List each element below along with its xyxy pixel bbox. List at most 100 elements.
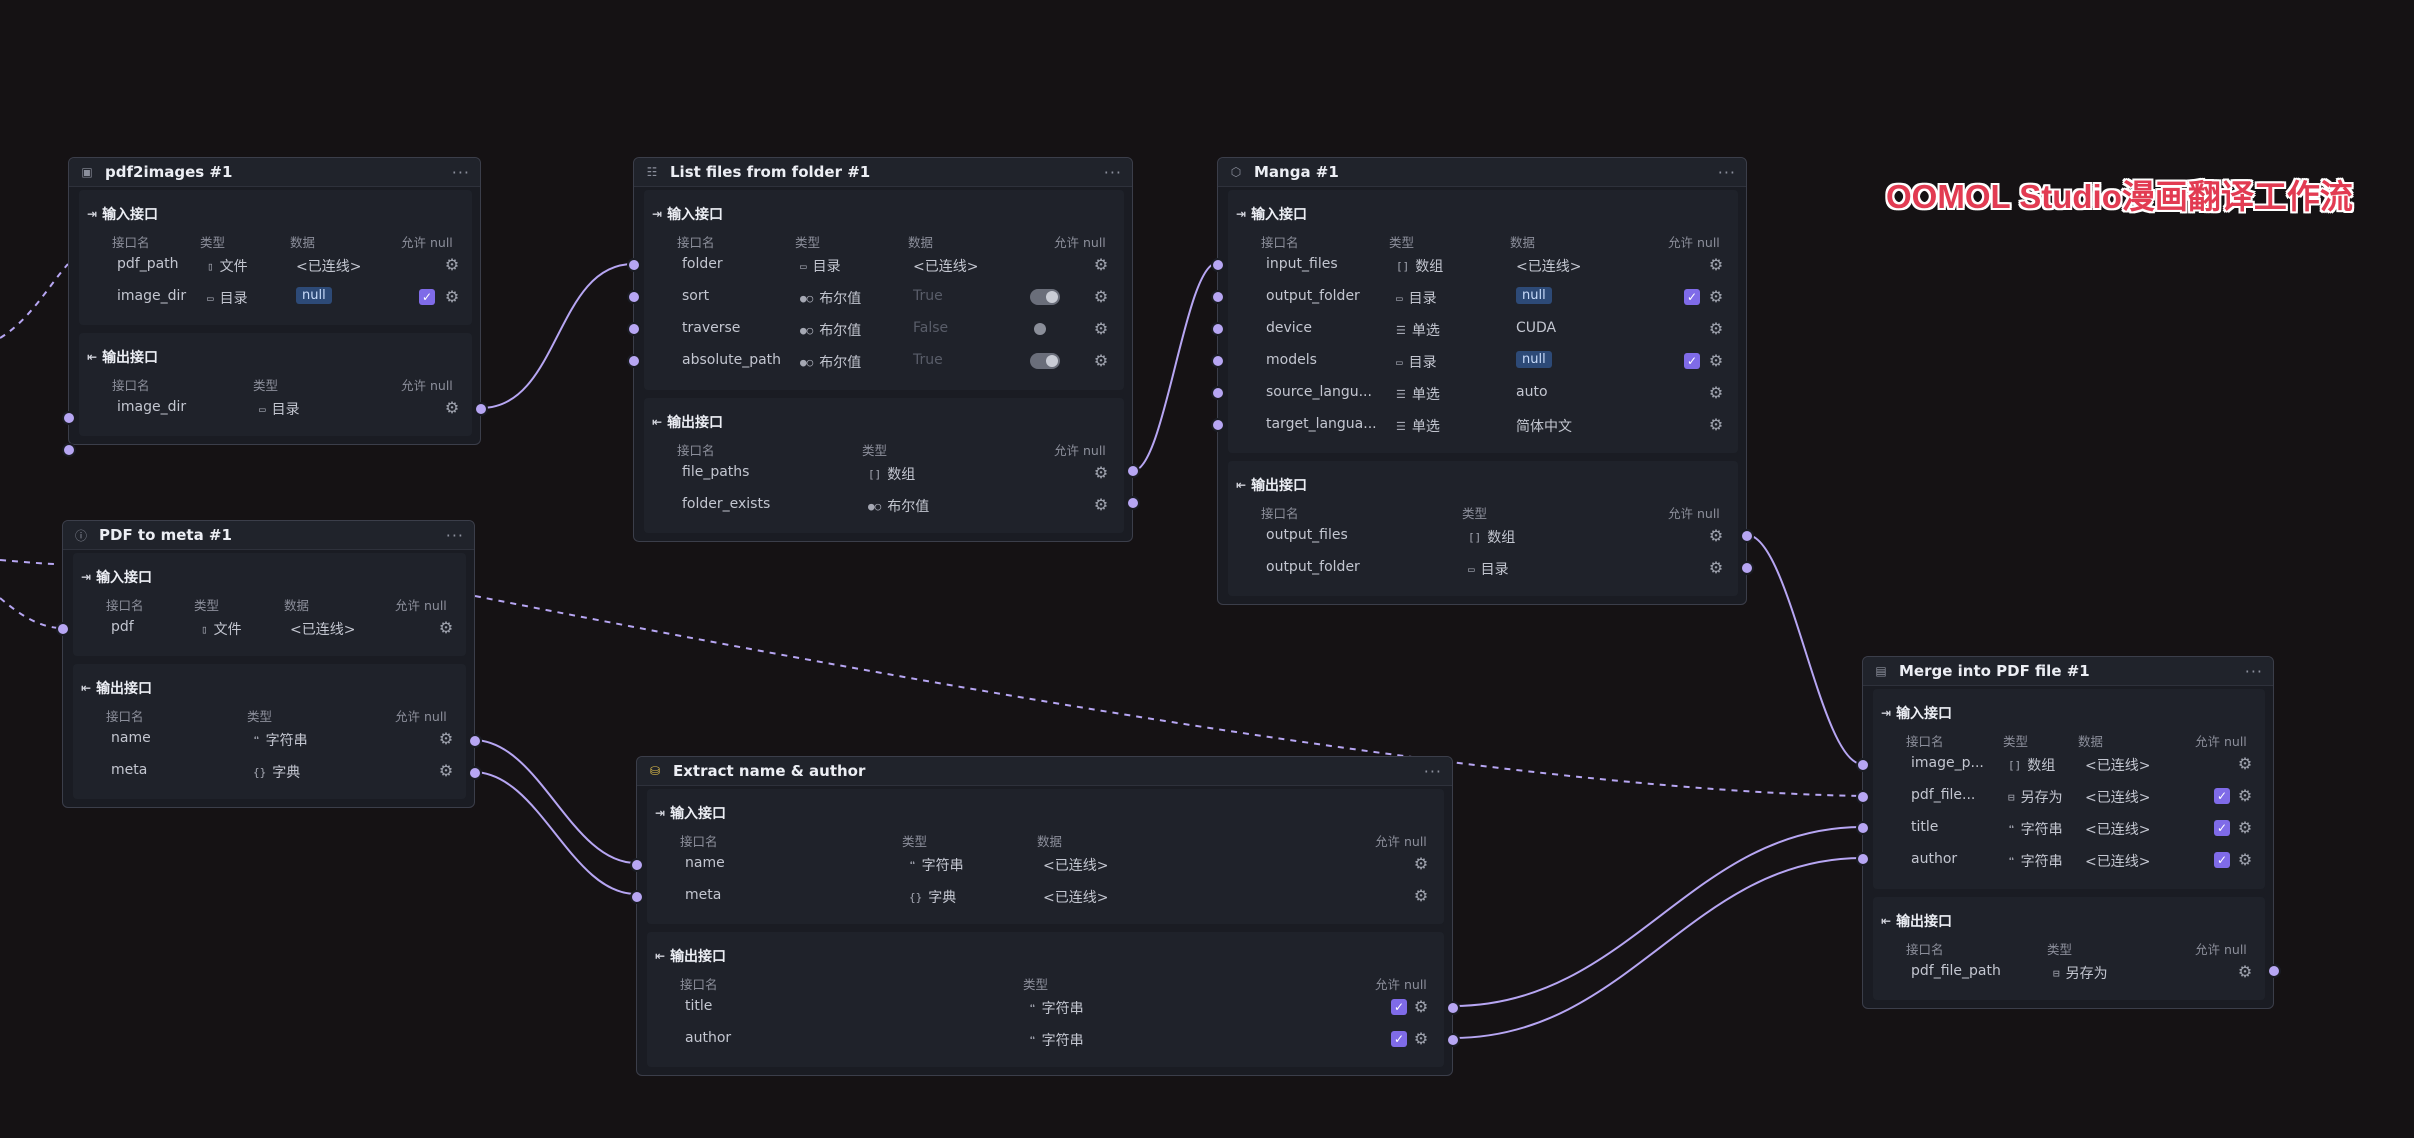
node-header[interactable]: ⛁ Extract name & author ···: [637, 757, 1452, 786]
input-port[interactable]: [1211, 354, 1225, 368]
node-header[interactable]: ⓘ PDF to meta #1 ···: [63, 521, 474, 550]
output-port[interactable]: [1126, 464, 1140, 478]
input-port[interactable]: [1856, 758, 1870, 772]
output-port[interactable]: [1740, 561, 1754, 575]
gear-icon[interactable]: ⚙: [1708, 417, 1724, 433]
input-port[interactable]: [1211, 386, 1225, 400]
input-port[interactable]: [1856, 852, 1870, 866]
node-pdf2images[interactable]: ▣ pdf2images #1 ··· ⇥ 输入接口 接口名 类型 数据 允许 n…: [62, 157, 488, 457]
input-value[interactable]: <已连线>: [1043, 855, 1108, 875]
input-port[interactable]: [1211, 290, 1225, 304]
gear-icon[interactable]: ⚙: [2237, 964, 2253, 980]
gear-icon[interactable]: ⚙: [1093, 465, 1109, 481]
input-value[interactable]: CUDA: [1516, 320, 1556, 336]
gear-icon[interactable]: ⚙: [1093, 321, 1109, 337]
allow-null-checkbox[interactable]: ✓: [1391, 999, 1407, 1015]
more-menu-icon[interactable]: ···: [446, 526, 464, 545]
null-badge[interactable]: null: [1516, 351, 1552, 368]
gear-icon[interactable]: ⚙: [2237, 756, 2253, 772]
input-value[interactable]: 简体中文: [1516, 416, 1572, 436]
input-value[interactable]: True: [913, 288, 943, 304]
input-port[interactable]: [1211, 258, 1225, 272]
gear-icon[interactable]: ⚙: [2237, 788, 2253, 804]
toggle-switch[interactable]: [1030, 353, 1060, 369]
input-value[interactable]: <已连线>: [2085, 787, 2150, 807]
input-value[interactable]: <已连线>: [290, 619, 355, 639]
input-port[interactable]: [1211, 322, 1225, 336]
output-port[interactable]: [1446, 1033, 1460, 1047]
gear-icon[interactable]: ⚙: [2237, 820, 2253, 836]
input-value[interactable]: <已连线>: [913, 256, 978, 276]
input-port[interactable]: [1856, 821, 1870, 835]
output-port[interactable]: [474, 402, 488, 416]
gear-icon[interactable]: ⚙: [2237, 852, 2253, 868]
node-header[interactable]: ⬡ Manga #1 ···: [1218, 158, 1746, 187]
gear-icon[interactable]: ⚙: [1413, 1031, 1429, 1047]
input-value[interactable]: <已连线>: [2085, 755, 2150, 775]
gear-icon[interactable]: ⚙: [1708, 560, 1724, 576]
more-menu-icon[interactable]: ···: [1718, 163, 1736, 182]
node-extract-name-author[interactable]: ⛁ Extract name & author ··· ⇥ 输入接口 接口名 类型…: [630, 756, 1460, 1076]
output-port[interactable]: [1740, 529, 1754, 543]
input-port[interactable]: [1211, 418, 1225, 432]
input-port[interactable]: [630, 858, 644, 872]
gear-icon[interactable]: ⚙: [1413, 888, 1429, 904]
node-pdf-to-meta[interactable]: ⓘ PDF to meta #1 ··· ⇥ 输入接口 接口名 类型 数据 允许 …: [56, 520, 482, 808]
input-value[interactable]: <已连线>: [2085, 819, 2150, 839]
gear-icon[interactable]: ⚙: [1708, 321, 1724, 337]
output-port[interactable]: [2267, 964, 2281, 978]
gear-icon[interactable]: ⚙: [1708, 353, 1724, 369]
input-port[interactable]: [627, 322, 641, 336]
more-menu-icon[interactable]: ···: [452, 163, 470, 182]
input-value[interactable]: <已连线>: [1043, 887, 1108, 907]
input-value[interactable]: auto: [1516, 384, 1548, 400]
gear-icon[interactable]: ⚙: [1708, 528, 1724, 544]
input-port[interactable]: [1856, 790, 1870, 804]
more-menu-icon[interactable]: ···: [1104, 163, 1122, 182]
gear-icon[interactable]: ⚙: [1708, 385, 1724, 401]
node-header[interactable]: ▤ Merge into PDF file #1 ···: [1863, 657, 2273, 686]
input-port[interactable]: [56, 622, 70, 636]
allow-null-checkbox[interactable]: ✓: [1684, 289, 1700, 305]
node-list-files[interactable]: ☷ List files from folder #1 ··· ⇥ 输入接口 接口…: [627, 157, 1140, 542]
output-port[interactable]: [1126, 496, 1140, 510]
gear-icon[interactable]: ⚙: [438, 763, 454, 779]
gear-icon[interactable]: ⚙: [444, 257, 460, 273]
input-port[interactable]: [630, 890, 644, 904]
more-menu-icon[interactable]: ···: [2245, 662, 2263, 681]
gear-icon[interactable]: ⚙: [1093, 353, 1109, 369]
gear-icon[interactable]: ⚙: [438, 620, 454, 636]
output-port[interactable]: [1446, 1001, 1460, 1015]
output-port[interactable]: [468, 766, 482, 780]
input-value[interactable]: False: [913, 320, 948, 336]
node-header[interactable]: ▣ pdf2images #1 ···: [69, 158, 480, 187]
more-menu-icon[interactable]: ···: [1424, 762, 1442, 781]
gear-icon[interactable]: ⚙: [1708, 289, 1724, 305]
allow-null-checkbox[interactable]: ✓: [1684, 353, 1700, 369]
gear-icon[interactable]: ⚙: [444, 289, 460, 305]
input-value[interactable]: <已连线>: [1516, 256, 1581, 276]
input-value[interactable]: <已连线>: [2085, 851, 2150, 871]
gear-icon[interactable]: ⚙: [444, 400, 460, 416]
allow-null-checkbox[interactable]: ✓: [1391, 1031, 1407, 1047]
toggle-switch[interactable]: [1030, 289, 1060, 305]
output-port[interactable]: [468, 734, 482, 748]
gear-icon[interactable]: ⚙: [1413, 856, 1429, 872]
node-manga[interactable]: ⬡ Manga #1 ··· ⇥ 输入接口 接口名 类型 数据 允许 null i…: [1211, 157, 1754, 605]
node-merge-pdf[interactable]: ▤ Merge into PDF file #1 ··· ⇥ 输入接口 接口名 类…: [1856, 656, 2281, 1009]
node-header[interactable]: ☷ List files from folder #1 ···: [634, 158, 1132, 187]
input-value[interactable]: <已连线>: [296, 256, 361, 276]
allow-null-checkbox[interactable]: ✓: [419, 289, 435, 305]
toggle-switch[interactable]: [1030, 321, 1060, 337]
gear-icon[interactable]: ⚙: [1093, 257, 1109, 273]
gear-icon[interactable]: ⚙: [1413, 999, 1429, 1015]
null-badge[interactable]: null: [1516, 287, 1552, 304]
gear-icon[interactable]: ⚙: [438, 731, 454, 747]
allow-null-checkbox[interactable]: ✓: [2214, 788, 2230, 804]
allow-null-checkbox[interactable]: ✓: [2214, 820, 2230, 836]
gear-icon[interactable]: ⚙: [1093, 497, 1109, 513]
input-port[interactable]: [627, 258, 641, 272]
gear-icon[interactable]: ⚙: [1093, 289, 1109, 305]
input-port[interactable]: [62, 443, 76, 457]
input-port[interactable]: [627, 290, 641, 304]
